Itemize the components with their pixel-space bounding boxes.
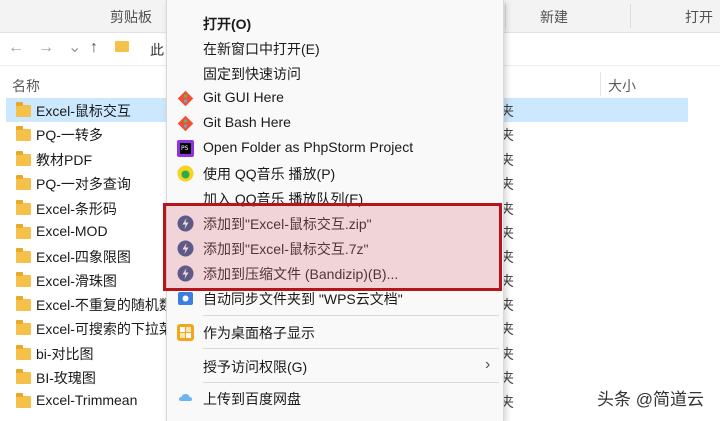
menu-item-partial[interactable] [167,411,503,421]
file-name: Excel-条形码 [36,201,117,217]
file-name: PQ-一转多 [36,127,103,143]
menu-item-label: 固定到快速访问 [203,66,301,82]
folder-icon [16,393,31,408]
folder-icon [16,296,31,311]
menu-item-phpstorm[interactable]: PS Open Folder as PhpStorm Project [167,136,503,161]
menu-item-label: 打开(O) [203,16,252,32]
menu-item-open[interactable]: 打开(O) [167,11,503,36]
menu-item-label: 作为桌面格子显示 [203,325,315,341]
folder-icon [16,126,31,141]
folder-icon [16,151,31,166]
column-header-name[interactable]: 名称 [12,76,40,96]
folder-icon [16,272,31,287]
menu-item-git-gui[interactable]: Git GUI Here [167,86,503,111]
folder-icon [16,345,31,360]
menu-item-label: 授予访问权限(G) [203,359,308,375]
up-arrow-icon[interactable]: ↑ [90,39,98,57]
ribbon-separator [505,4,506,28]
phpstorm-icon: PS [177,140,194,157]
folder-icon [16,102,31,117]
baidu-cloud-icon [179,394,192,401]
file-name: Excel-MOD [36,223,108,239]
file-name: BI-玫瑰图 [36,370,96,386]
qq-music-icon [177,165,194,182]
folder-icon [16,369,31,384]
desktop-grid-icon [177,324,194,341]
ribbon-separator [630,4,631,28]
menu-item-label: 使用 QQ音乐 播放(P) [203,166,336,182]
column-header-size[interactable]: 大小 [608,76,636,96]
folder-icon [16,248,31,263]
git-icon [177,90,194,107]
recent-locations-chevron-icon[interactable]: ⌄ [68,37,81,57]
menu-item-git-bash[interactable]: Git Bash Here [167,111,503,136]
forward-arrow-icon[interactable]: → [38,39,54,57]
file-name: PQ-一对多查询 [36,176,131,192]
wps-cloud-icon [178,292,193,305]
menu-item-label: Open Folder as PhpStorm Project [203,139,414,155]
chevron-right-icon: › [485,356,491,373]
column-divider[interactable] [600,72,601,96]
menu-item-label: Git GUI Here [203,89,284,105]
folder-icon [16,175,31,190]
menu-item-desktop-grid[interactable]: 作为桌面格子显示 [167,320,503,345]
git-icon [177,115,194,132]
menu-separator [203,348,499,349]
annotation-highlight-box [163,203,502,291]
menu-item-label: 自动同步文件夹到 "WPS云文档" [203,291,403,307]
file-name: bi-对比图 [36,346,94,362]
file-name: Excel-四象限图 [36,249,131,265]
menu-item-label: 上传到百度网盘 [203,391,301,407]
ribbon-group-new[interactable]: 新建 [540,7,568,27]
file-name: Excel-Trimmean [36,392,138,408]
file-name: 教材PDF [36,152,92,168]
file-name: Excel-不重复的随机数 [36,297,173,313]
menu-item-pin-quick-access[interactable]: 固定到快速访问 [167,61,503,86]
address-bar[interactable]: 此 [150,40,164,60]
menu-item-label: Git Bash Here [203,114,291,130]
folder-icon [16,200,31,215]
menu-item-qq-music-play[interactable]: 使用 QQ音乐 播放(P) [167,161,503,186]
folder-icon [115,41,129,52]
watermark: 头条 @简道云 [597,390,704,409]
folder-icon [16,224,31,239]
menu-item-grant-access[interactable]: 授予访问权限(G) › [167,354,503,379]
ribbon-group-clipboard[interactable]: 剪贴板 [110,7,152,27]
file-name: Excel-鼠标交互 [36,103,131,119]
back-arrow-icon[interactable]: ← [8,39,24,57]
menu-separator [203,315,499,316]
svg-text:PS: PS [181,145,189,152]
menu-item-baidu-upload[interactable]: 上传到百度网盘 [167,386,503,411]
ribbon-group-open[interactable]: 打开 [685,7,713,27]
file-name: Excel-可搜索的下拉菜单 [36,321,187,337]
folder-icon [16,320,31,335]
menu-item-label: 在新窗口中打开(E) [203,41,320,57]
file-name: Excel-滑珠图 [36,273,117,289]
menu-item-open-new-window[interactable]: 在新窗口中打开(E) [167,36,503,61]
menu-separator [203,382,499,383]
